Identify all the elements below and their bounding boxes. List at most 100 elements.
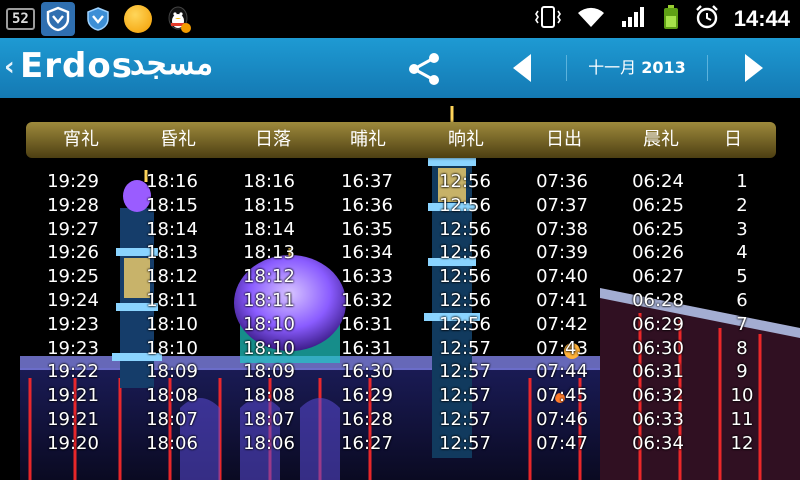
day-number-cell: 7 <box>736 313 748 335</box>
day-number-cell: 4 <box>736 242 748 264</box>
wifi-icon <box>576 5 606 33</box>
table-row: 19:23 18:10 18:10 16:31 12:56 07:42 06:29 7 <box>0 313 800 337</box>
prayer-time-cell: 12:56 <box>439 194 491 216</box>
prayer-time-cell: 06:25 <box>632 218 684 240</box>
prayer-time-cell: 18:10 <box>243 313 295 335</box>
prayer-time-cell: 12:56 <box>439 242 491 264</box>
prayer-time-cell: 18:14 <box>243 218 295 240</box>
prayer-time-cell: 19:21 <box>47 385 99 407</box>
status-clock: 14:44 <box>733 6 790 31</box>
year-label: 2013 <box>641 58 686 77</box>
prayer-time-cell: 12:57 <box>439 385 491 407</box>
back-chevron-icon[interactable]: ‹ <box>4 52 15 82</box>
prayer-time-cell: 18:13 <box>243 242 295 264</box>
table-row: 19:28 18:15 18:15 16:36 12:56 07:37 06:25 2 <box>0 194 800 218</box>
signal-icon <box>620 5 648 33</box>
prayer-time-cell: 18:06 <box>146 432 198 454</box>
table-row: 19:25 18:12 18:12 16:33 12:56 07:40 06:27 5 <box>0 265 800 289</box>
prayer-time-cell: 06:29 <box>632 313 684 335</box>
prayer-time-cell: 12:56 <box>439 266 491 288</box>
prayer-time-cell: 07:42 <box>536 313 588 335</box>
prayer-time-cell: 19:24 <box>47 290 99 311</box>
share-icon[interactable] <box>404 48 446 90</box>
prayer-time-cell: 07:44 <box>536 361 588 383</box>
prayer-time-cell: 06:33 <box>632 409 684 430</box>
prayer-time-cell: 18:15 <box>146 194 198 216</box>
table-row: 19:24 18:11 18:11 16:32 12:56 07:41 06:28 6 <box>0 289 800 313</box>
prayer-time-cell: 07:46 <box>536 409 588 430</box>
prayer-time-cell: 18:07 <box>146 409 198 430</box>
prayer-time-cell: 07:39 <box>536 242 588 264</box>
prayer-time-cell: 07:36 <box>536 171 588 192</box>
prayer-time-cell: 18:08 <box>146 385 198 407</box>
notification-badge-icon: 52 <box>6 8 35 30</box>
prayer-time-cell: 06:28 <box>632 290 684 311</box>
prayer-time-cell: 18:12 <box>243 266 295 288</box>
prayer-time-cell: 12:56 <box>439 290 491 311</box>
prayer-time-cell: 16:31 <box>341 313 393 335</box>
prayer-time-cell: 19:23 <box>47 337 99 359</box>
vibrate-icon <box>534 5 562 33</box>
prayer-time-cell: 18:06 <box>243 432 295 454</box>
table-row: 19:27 18:14 18:14 16:35 12:56 07:38 06:25 3 <box>0 218 800 242</box>
col-header-dhuhr: 晌礼 <box>448 129 484 150</box>
prayer-time-cell: 06:25 <box>632 194 684 216</box>
prayer-time-cell: 12:57 <box>439 361 491 383</box>
prayer-time-cell: 18:14 <box>146 218 198 240</box>
day-number-cell: 8 <box>736 337 748 359</box>
prayer-time-cell: 12:56 <box>439 218 491 240</box>
month-selector[interactable]: 十一月 2013 <box>566 55 708 81</box>
prayer-time-cell: 16:35 <box>341 218 393 240</box>
next-month-button[interactable] <box>735 50 771 86</box>
prayer-time-cell: 18:13 <box>146 242 198 264</box>
shield-check-icon[interactable] <box>81 2 115 36</box>
table-row: 19:26 18:13 18:13 16:34 12:56 07:39 06:26 4 <box>0 241 800 265</box>
prayer-time-cell: 12:57 <box>439 409 491 430</box>
col-header-isha: 宵礼 <box>63 129 99 150</box>
month-label: 十一月 <box>588 58 637 77</box>
status-bar: 52 14:44 <box>0 0 800 38</box>
col-header-asr: 晡礼 <box>350 129 386 150</box>
col-header-sunrise: 日出 <box>546 129 582 150</box>
orange-ball-icon[interactable] <box>121 2 155 36</box>
shield-icon[interactable] <box>40 2 75 36</box>
prayer-time-cell: 19:26 <box>47 242 99 264</box>
day-number-cell: 2 <box>736 194 748 216</box>
prayer-time-cell: 16:28 <box>341 409 393 430</box>
prayer-time-cell: 12:57 <box>439 337 491 359</box>
previous-month-button[interactable] <box>505 50 541 86</box>
alarm-icon <box>694 4 720 34</box>
prayer-time-cell: 18:10 <box>146 337 198 359</box>
day-number-cell: 6 <box>736 290 748 311</box>
col-header-day: 日 <box>724 129 742 150</box>
prayer-time-cell: 16:29 <box>341 385 393 407</box>
prayer-time-cell: 06:34 <box>632 432 684 454</box>
table-row: 19:20 18:06 18:06 16:27 12:57 07:47 06:34 12 <box>0 432 800 456</box>
prayer-time-cell: 19:29 <box>47 171 99 192</box>
prayer-time-cell: 06:32 <box>632 385 684 407</box>
prayer-time-cell: 12:56 <box>439 171 491 192</box>
prayer-time-cell: 19:21 <box>47 409 99 430</box>
prayer-time-cell: 19:23 <box>47 313 99 335</box>
app-logo-arabic: مسجد <box>130 44 214 82</box>
prayer-time-cell: 19:22 <box>47 361 99 383</box>
table-row: 19:21 18:07 18:07 16:28 12:57 07:46 06:33 11 <box>0 408 800 432</box>
day-number-cell: 10 <box>730 385 754 407</box>
prayer-time-cell: 07:40 <box>536 266 588 288</box>
prayer-time-cell: 16:33 <box>341 266 393 288</box>
prayer-time-cell: 07:38 <box>536 218 588 240</box>
app-header: ‹ Erdos مسجد 十一月 2013 <box>0 38 800 99</box>
prayer-time-cell: 19:27 <box>47 218 99 240</box>
prayer-time-cell: 18:09 <box>146 361 198 383</box>
prayer-time-cell: 12:56 <box>439 313 491 335</box>
prayer-time-cell: 18:10 <box>146 313 198 335</box>
prayer-time-cell: 18:11 <box>146 290 198 311</box>
qq-penguin-icon[interactable] <box>161 2 195 36</box>
prayer-time-cell: 19:20 <box>47 432 99 454</box>
prayer-time-cell: 06:27 <box>632 266 684 288</box>
col-header-fajr: 晨礼 <box>643 129 679 150</box>
day-number-cell: 11 <box>730 409 754 430</box>
app-logo-text: Erdos <box>20 46 133 86</box>
prayer-time-cell: 06:30 <box>632 337 684 359</box>
day-number-cell: 9 <box>736 361 748 383</box>
